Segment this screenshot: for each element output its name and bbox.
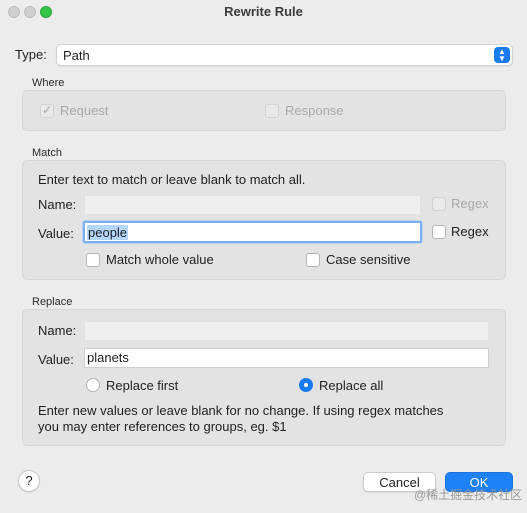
replace-value-text: planets	[87, 350, 129, 365]
replace-all-radio[interactable]	[299, 378, 313, 392]
replace-name-field[interactable]	[84, 321, 489, 341]
match-value-label: Value:	[38, 226, 74, 241]
match-whole-value-checkbox[interactable]	[86, 253, 100, 267]
window-title: Rewrite Rule	[224, 4, 303, 19]
match-name-field[interactable]	[84, 195, 421, 215]
case-sensitive-label: Case sensitive	[326, 252, 411, 267]
match-section-title: Match	[32, 147, 62, 159]
help-button[interactable]: ?	[18, 470, 40, 492]
replace-name-label: Name:	[38, 323, 77, 338]
match-value-regex-checkbox[interactable]	[432, 225, 446, 239]
replace-all-label: Replace all	[319, 378, 384, 393]
match-value-text: people	[87, 225, 129, 240]
replace-note-line-1: Enter new values or leave blank for no c…	[38, 403, 444, 418]
replace-value-label: Value:	[38, 352, 74, 367]
type-select-value: Path	[63, 48, 90, 63]
updown-chevron-icon: ▲ ▼	[494, 47, 510, 63]
title-bar: Rewrite Rule	[0, 0, 527, 24]
match-name-regex-label: Regex	[451, 196, 489, 211]
type-label: Type:	[15, 47, 47, 62]
match-name-label: Name:	[38, 197, 77, 212]
replace-note-line-2: you may enter references to groups, eg. …	[38, 419, 287, 434]
watermark-text: @稀土掘金技术社区	[414, 488, 523, 502]
match-instruction: Enter text to match or leave blank to ma…	[38, 172, 306, 187]
match-whole-value-label: Match whole value	[106, 252, 214, 267]
replace-value-field[interactable]: planets	[84, 348, 489, 368]
match-value-field[interactable]: people	[83, 221, 422, 243]
request-label: Request	[60, 103, 109, 118]
case-sensitive-checkbox[interactable]	[306, 253, 320, 267]
match-value-regex-label: Regex	[451, 224, 489, 239]
where-section-title: Where	[32, 77, 65, 89]
response-checkbox[interactable]	[265, 104, 279, 118]
match-name-regex-checkbox[interactable]	[432, 197, 446, 211]
response-label: Response	[285, 103, 344, 118]
checkmark-icon: ✓	[42, 103, 53, 117]
replace-first-label: Replace first	[106, 378, 179, 393]
type-select[interactable]: Path ▲ ▼	[56, 44, 513, 66]
replace-first-radio[interactable]	[86, 378, 100, 392]
replace-section-title: Replace	[32, 296, 73, 308]
request-checkbox[interactable]: ✓	[40, 103, 54, 118]
